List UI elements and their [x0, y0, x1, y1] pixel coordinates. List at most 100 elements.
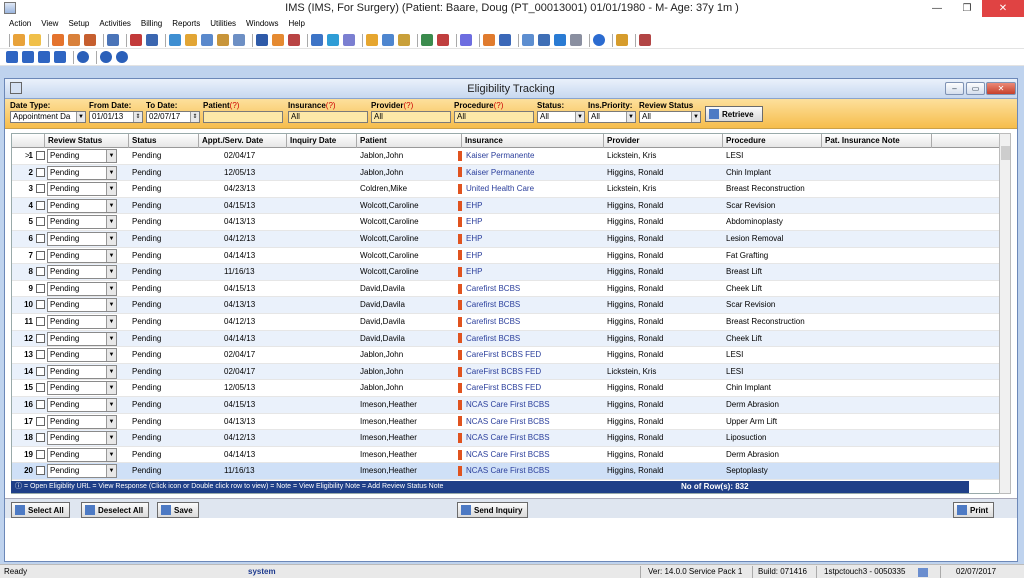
chevron-down-icon[interactable]: ▼ — [106, 150, 116, 162]
scroll-thumb[interactable] — [1001, 146, 1010, 160]
procedure-field[interactable]: All — [454, 111, 534, 123]
table-row[interactable]: 16 Pending ▼ Pending 04/15/13 Imeson,Heather N… — [12, 397, 1002, 414]
chevron-down-icon[interactable]: ▼ — [106, 249, 116, 262]
table-row[interactable]: 19 Pending ▼ Pending 04/14/13 Imeson,Heather N… — [12, 447, 1002, 464]
header-provider[interactable]: Provider — [604, 134, 723, 148]
row-checkbox[interactable] — [36, 200, 45, 210]
insurance-cell[interactable]: United Health Care — [466, 181, 602, 197]
row-checkbox[interactable] — [36, 300, 45, 310]
row-checkbox[interactable] — [36, 449, 45, 459]
row-checkbox[interactable] — [36, 433, 45, 443]
spinner-icon[interactable]: ⇕ — [190, 112, 199, 122]
chevron-down-icon[interactable]: ▼ — [76, 112, 85, 122]
insurance-cell[interactable]: EHP — [466, 214, 602, 230]
row-checkbox[interactable] — [36, 151, 45, 160]
review-status-select[interactable]: Pending ▼ — [47, 447, 117, 462]
insurance-cell[interactable]: EHP — [466, 264, 602, 280]
insurance-cell[interactable]: Carefirst BCBS — [466, 314, 602, 330]
eligibility-url-icon[interactable] — [458, 364, 464, 380]
claims-icon[interactable] — [201, 34, 213, 46]
last-record-icon[interactable] — [54, 51, 66, 63]
next-record-icon[interactable] — [38, 51, 50, 63]
help-marker[interactable]: (?) — [403, 101, 413, 110]
report-icon[interactable] — [288, 34, 300, 46]
eligibility-url-icon[interactable] — [458, 248, 464, 264]
eligibility-url-icon[interactable] — [458, 430, 464, 446]
header-pat-insurance-note[interactable]: Pat. Insurance Note — [822, 134, 932, 148]
header-procedure[interactable]: Procedure — [723, 134, 822, 148]
review-status-select[interactable]: Pending ▼ — [47, 315, 117, 329]
to-date-field[interactable]: 02/07/17 ⇕ — [146, 111, 200, 123]
provider-field[interactable]: All — [371, 111, 451, 123]
row-checkbox[interactable] — [36, 416, 45, 426]
chevron-down-icon[interactable]: ▼ — [106, 399, 116, 411]
tools-icon[interactable] — [272, 34, 284, 46]
exchange-icon[interactable] — [499, 34, 511, 46]
row-checkbox[interactable] — [36, 217, 45, 227]
payment-icon[interactable] — [217, 34, 229, 46]
child-restore-icon[interactable]: ▭ — [966, 82, 985, 95]
row-checkbox[interactable] — [36, 234, 45, 243]
table-row[interactable]: 18 Pending ▼ Pending 04/12/13 Imeson,Heather N… — [12, 430, 1002, 447]
help-marker[interactable]: (?) — [494, 101, 504, 110]
insurance-cell[interactable]: NCAS Care First BCBS — [466, 447, 602, 463]
chevron-down-icon[interactable]: ▼ — [106, 465, 116, 478]
inventory-icon[interactable] — [398, 34, 410, 46]
ins-priority-select[interactable]: All ▼ — [588, 111, 636, 123]
table-row[interactable]: 9 Pending ▼ Pending 04/15/13 David,Davila Care… — [12, 281, 1002, 298]
table-row[interactable]: 15 Pending ▼ Pending 12/05/13 Jablon,John Care… — [12, 380, 1002, 397]
chevron-down-icon[interactable]: ▼ — [106, 183, 116, 196]
chevron-down-icon[interactable]: ▼ — [106, 332, 116, 345]
patient-field[interactable] — [203, 111, 283, 123]
menu-view[interactable]: View — [36, 17, 63, 32]
edit-icon[interactable] — [311, 34, 323, 46]
review-status-select[interactable]: Pending ▼ — [47, 431, 117, 446]
eligibility-url-icon[interactable] — [458, 331, 464, 347]
print-queue-icon[interactable] — [460, 34, 472, 46]
fax-icon[interactable] — [382, 34, 394, 46]
chevron-down-icon[interactable]: ▼ — [106, 349, 116, 362]
row-checkbox[interactable] — [36, 333, 45, 343]
insurance-cell[interactable]: CareFirst BCBS FED — [466, 364, 602, 380]
row-checkbox[interactable] — [36, 400, 45, 409]
header-patient[interactable]: Patient — [357, 134, 462, 148]
vertical-scrollbar[interactable] — [999, 133, 1011, 494]
review-status-select[interactable]: Pending ▼ — [47, 381, 117, 396]
insurance-cell[interactable]: Carefirst BCBS — [466, 331, 602, 347]
insurance-cell[interactable]: Kaiser Permanente — [466, 148, 602, 164]
header-status[interactable]: Status — [129, 134, 199, 148]
insurance-cell[interactable]: Carefirst BCBS — [466, 281, 602, 297]
row-checkbox[interactable] — [36, 267, 45, 277]
eligibility-url-icon[interactable] — [458, 447, 464, 463]
table-row[interactable]: 5 Pending ▼ Pending 04/13/13 Wolcott,Caroline… — [12, 214, 1002, 231]
eligibility-url-icon[interactable] — [458, 281, 464, 297]
form-icon[interactable] — [146, 34, 158, 46]
folder-icon[interactable] — [52, 34, 64, 46]
eligibility-icon[interactable] — [233, 34, 245, 46]
insurance-cell[interactable]: EHP — [466, 231, 602, 247]
eligibility-url-icon[interactable] — [458, 148, 464, 164]
eligibility-url-icon[interactable] — [458, 198, 464, 214]
from-date-field[interactable]: 01/01/13 ⇕ — [89, 111, 143, 123]
users-icon[interactable] — [13, 34, 25, 46]
review-status-select[interactable]: Pending ▼ — [47, 398, 117, 412]
chevron-down-icon[interactable]: ▼ — [106, 199, 116, 212]
review-status-select[interactable]: Pending ▼ — [47, 348, 117, 363]
insurance-cell[interactable]: NCAS Care First BCBS — [466, 430, 602, 446]
restore-icon[interactable]: ❐ — [952, 0, 982, 17]
deselect-all-button[interactable]: Deselect All — [81, 502, 150, 518]
chevron-down-icon[interactable]: ▼ — [106, 266, 116, 279]
review-status-select[interactable]: Pending ▼ — [47, 464, 117, 479]
help-icon[interactable] — [593, 34, 605, 46]
insurance-field[interactable]: All — [288, 111, 368, 123]
table-row[interactable]: 14 Pending ▼ Pending 02/04/17 Jablon,John Care… — [12, 363, 1002, 381]
eligibility-url-icon[interactable] — [458, 231, 464, 247]
lock-icon[interactable] — [616, 34, 628, 46]
menu-activities[interactable]: Activities — [94, 17, 136, 32]
review-status-select[interactable]: Pending ▼ — [47, 298, 117, 313]
menu-utilities[interactable]: Utilities — [205, 17, 241, 32]
table-row[interactable]: 12 Pending ▼ Pending 04/14/13 David,Davila Car… — [12, 330, 1002, 348]
status-select[interactable]: All ▼ — [537, 111, 585, 123]
row-checkbox[interactable] — [36, 366, 45, 376]
mail-icon[interactable] — [327, 34, 339, 46]
